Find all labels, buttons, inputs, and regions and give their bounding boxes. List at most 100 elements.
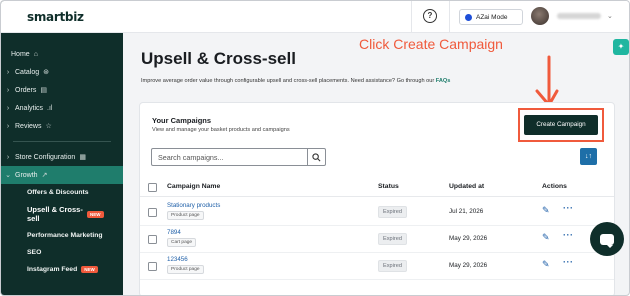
row-checkbox[interactable] [148, 208, 157, 217]
edit-pencil-icon[interactable]: ✎ [542, 259, 550, 270]
search-button[interactable] [307, 149, 325, 165]
new-badge: NEW [81, 266, 98, 273]
header-divider [411, 1, 412, 33]
top-header: ? AZai Mode ⌄ [123, 1, 629, 33]
sidebar-item-label: Analytics [15, 104, 44, 112]
search-icon [312, 152, 321, 161]
campaigns-card: Your Campaigns View and manage your bask… [139, 102, 615, 295]
sidebar-nav: Home ⌂ › Catalog ⊛ › Orders ▤ › Analytic… [1, 45, 123, 278]
more-options-icon[interactable]: ··· [563, 230, 574, 240]
sidebar-subitem-seo[interactable]: SEO [1, 244, 123, 261]
sidebar-subitem-label: SEO [27, 249, 42, 256]
more-options-icon[interactable]: ··· [563, 257, 574, 267]
sidebar-subitem-offers-discounts[interactable]: Offers & Discounts [1, 184, 123, 201]
sidebar-item-growth[interactable]: ⌄ Growth ↗ [1, 166, 123, 184]
page-description: Improve average order value through conf… [141, 78, 450, 84]
sidebar-item-label: Home [11, 50, 30, 58]
sidebar-item-label: Orders [15, 86, 37, 94]
chat-button[interactable] [590, 222, 624, 256]
instruction-annotation: Click Create Campaign [359, 36, 503, 52]
azai-mode-label: AZai Mode [476, 13, 508, 21]
orders-icon: ▤ [40, 87, 48, 94]
sidebar-item-home[interactable]: Home ⌂ [1, 45, 123, 63]
more-options-icon[interactable]: ··· [563, 203, 574, 213]
updated-at: May 29, 2026 [449, 262, 488, 269]
table-header: Campaign Name Status Updated at Actions [140, 179, 614, 197]
chevron-down-icon: ⌄ [5, 172, 11, 179]
status-badge: Expired [378, 233, 407, 245]
row-checkbox[interactable] [148, 235, 157, 244]
sidebar-item-catalog[interactable]: › Catalog ⊛ [1, 63, 123, 81]
campaign-name-link[interactable]: Stationary products [167, 202, 220, 209]
chevron-right-icon: › [6, 153, 10, 161]
sidebar-subitem-performance-marketing[interactable]: Performance Marketing [1, 227, 123, 244]
column-header-name[interactable]: Campaign Name [167, 183, 220, 190]
sidebar-item-analytics[interactable]: › Analytics .ıl [1, 99, 123, 117]
azai-mode-button[interactable]: AZai Mode [459, 9, 523, 25]
table-row: Stationary products Product page Expired… [140, 199, 614, 226]
faq-link[interactable]: FAQs [436, 78, 451, 84]
app-window: smartbiz Home ⌂ › Catalog ⊛ › Orders ▤ ›… [0, 0, 630, 296]
chevron-right-icon: › [6, 68, 10, 76]
sort-icon[interactable]: ↓↑ [580, 148, 597, 165]
card-subtitle: View and manage your basket products and… [152, 127, 290, 133]
sidebar-item-orders[interactable]: › Orders ▤ [1, 81, 123, 99]
column-header-status[interactable]: Status [378, 183, 399, 190]
sidebar-item-label: Reviews [15, 122, 42, 130]
card-title: Your Campaigns [152, 116, 212, 125]
search-field[interactable]: Search campaigns... [151, 148, 326, 166]
create-campaign-button[interactable]: Create Campaign [524, 115, 598, 135]
sidebar-subitem-label: Instagram Feed [27, 266, 78, 273]
logo-bar: smartbiz [1, 1, 123, 33]
search-input[interactable]: Search campaigns... [158, 153, 224, 162]
page-type-tag: Cart page [167, 238, 197, 247]
table-row: 7894 Cart page Expired May 29, 2026 ✎ ··… [140, 226, 614, 253]
sidebar-divider [13, 141, 111, 142]
edit-pencil-icon[interactable]: ✎ [542, 205, 550, 216]
sidebar-subitem-label: Performance Marketing [27, 232, 103, 239]
star-icon: ☆ [45, 123, 52, 130]
status-badge: Expired [378, 206, 407, 218]
row-checkbox[interactable] [148, 262, 157, 271]
page-type-tag: Product page [167, 211, 204, 220]
chat-bubble-icon [600, 233, 614, 248]
growth-icon: ↗ [41, 172, 48, 179]
campaign-name-link[interactable]: 123456 [167, 256, 188, 263]
header-divider [449, 1, 450, 33]
updated-at: Jul 21, 2026 [449, 208, 484, 215]
table-row: 123456 Product page Expired May 29, 2026… [140, 253, 614, 280]
home-icon: ⌂ [33, 50, 38, 58]
user-menu[interactable]: ⌄ [531, 7, 613, 25]
chevron-right-icon: › [6, 104, 10, 112]
sidebar-subitem-upsell-cross-sell[interactable]: Upsell & Cross-sell NEW [1, 201, 123, 227]
sidebar-item-reviews[interactable]: › Reviews ☆ [1, 117, 123, 135]
question-circle-icon[interactable]: ? [423, 9, 437, 23]
sidebar-item-store-configuration[interactable]: › Store Configuration ▦ [1, 148, 123, 166]
column-header-updated[interactable]: Updated at [449, 183, 484, 190]
sidebar-item-label: Store Configuration [15, 153, 76, 161]
chevron-right-icon: › [6, 122, 10, 130]
updated-at: May 29, 2026 [449, 235, 488, 242]
catalog-icon: ⊛ [43, 69, 50, 76]
page-title: Upsell & Cross-sell [141, 49, 296, 68]
edit-pencil-icon[interactable]: ✎ [542, 232, 550, 243]
store-icon: ▦ [79, 154, 86, 161]
sidebar: smartbiz Home ⌂ › Catalog ⊛ › Orders ▤ ›… [1, 1, 123, 295]
chevron-right-icon: › [6, 86, 10, 94]
logo[interactable]: smartbiz [27, 10, 84, 24]
bar-chart-icon: .ıl [47, 104, 53, 112]
sidebar-subitem-instagram-feed[interactable]: Instagram Feed NEW [1, 261, 123, 278]
annotation-arrow-icon [535, 55, 559, 107]
sidebar-item-label: Catalog [15, 68, 40, 76]
campaign-name-link[interactable]: 7894 [167, 229, 181, 236]
sidebar-subitem-label: Offers & Discounts [27, 189, 89, 196]
chevron-down-icon: ⌄ [607, 13, 613, 20]
new-badge: NEW [87, 210, 104, 218]
azai-icon [465, 13, 472, 21]
user-name-redacted [557, 13, 601, 19]
page-description-text: Improve average order value through conf… [141, 78, 435, 84]
status-badge: Expired [378, 260, 407, 272]
select-all-checkbox[interactable] [148, 183, 157, 192]
page-type-tag: Product page [167, 265, 204, 274]
side-panel-toggle-icon[interactable]: ✦ [613, 39, 629, 55]
